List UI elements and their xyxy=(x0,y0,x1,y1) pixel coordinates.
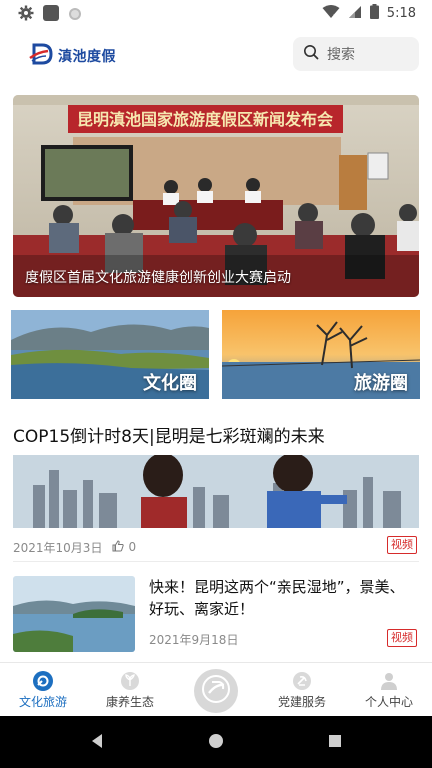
search-placeholder: 搜索 xyxy=(327,47,355,63)
article-2-photo xyxy=(13,576,135,652)
nav-party-service-label: 党建服务 xyxy=(277,695,326,709)
party-service-icon xyxy=(292,669,312,693)
nav-culture-tourism[interactable]: 文化旅游 xyxy=(3,669,83,710)
nav-eco-health[interactable]: 康养生态 xyxy=(90,669,170,710)
article-2-image[interactable] xyxy=(13,576,135,652)
card-tourism[interactable]: 旅游圈 xyxy=(222,310,420,399)
video-tag: 视频 xyxy=(387,629,417,647)
system-nav-bar xyxy=(0,716,432,768)
thumbs-up-icon xyxy=(112,539,125,555)
nav-center-button[interactable] xyxy=(194,669,238,713)
nav-profile-label: 个人中心 xyxy=(364,695,413,709)
like-count: 0 xyxy=(128,540,137,554)
wifi-icon: x xyxy=(322,4,340,23)
card-culture-label: 文化圈 xyxy=(143,373,197,394)
article-1-meta: 2021年10月3日 0 xyxy=(13,538,419,556)
signal-icon xyxy=(348,5,362,23)
nav-party-service[interactable]: 党建服务 xyxy=(262,669,342,710)
nav-culture-tourism-label: 文化旅游 xyxy=(18,695,67,709)
svg-text:x: x xyxy=(333,13,337,19)
search-icon xyxy=(303,44,319,64)
hero-banner[interactable]: 昆明滇池国家旅游度假区新闻发布会 度假区首届文化旅游健康创新创业大赛启动 xyxy=(13,95,419,297)
article-1-photo xyxy=(13,455,419,528)
card-culture[interactable]: 文化圈 xyxy=(11,310,209,399)
eco-health-icon xyxy=(120,669,140,693)
app-header: 滇池度假 搜索 xyxy=(0,28,432,84)
like-group[interactable]: 0 xyxy=(112,539,137,555)
card-tourism-label: 旅游圈 xyxy=(354,373,408,394)
recents-icon[interactable] xyxy=(328,733,342,752)
circle-icon xyxy=(68,6,82,25)
home-icon[interactable] xyxy=(208,733,224,753)
video-tag: 视频 xyxy=(387,536,417,554)
culture-tourism-icon xyxy=(32,669,54,693)
article-1-date: 2021年10月3日 xyxy=(13,540,103,555)
app-logo[interactable]: 滇池度假 xyxy=(28,42,116,70)
search-box[interactable]: 搜索 xyxy=(293,37,419,71)
hero-caption: 度假区首届文化旅游健康创新创业大赛启动 xyxy=(25,270,291,286)
dianchi-logo-icon xyxy=(28,42,54,70)
article-1-title[interactable]: COP15倒计时8天|昆明是七彩斑斓的未来 xyxy=(13,422,325,447)
nav-eco-health-label: 康养生态 xyxy=(105,695,154,709)
clock-time: 5:18 xyxy=(386,6,416,21)
profile-icon xyxy=(379,669,399,693)
battery-icon xyxy=(369,4,379,23)
center-logo-icon xyxy=(201,674,231,708)
divider xyxy=(13,561,419,562)
nav-profile[interactable]: 个人中心 xyxy=(349,669,429,710)
article-2-title[interactable]: 快来！昆明这两个“亲民湿地”，景美、好玩、离家近！ xyxy=(149,576,417,620)
settings-icon xyxy=(18,5,34,25)
article-1-image[interactable] xyxy=(13,455,419,528)
hero-banner-text: 昆明滇池国家旅游度假区新闻发布会 xyxy=(77,110,333,129)
back-icon[interactable] xyxy=(90,733,104,753)
article-2-date: 2021年9月18日 xyxy=(149,633,239,647)
app-square-icon xyxy=(42,4,60,26)
status-bar: x 5:18 xyxy=(0,0,432,26)
bottom-nav: 文化旅游 康养生态 党建服务 个人中心 xyxy=(0,662,432,716)
logo-text: 滇池度假 xyxy=(58,49,116,65)
